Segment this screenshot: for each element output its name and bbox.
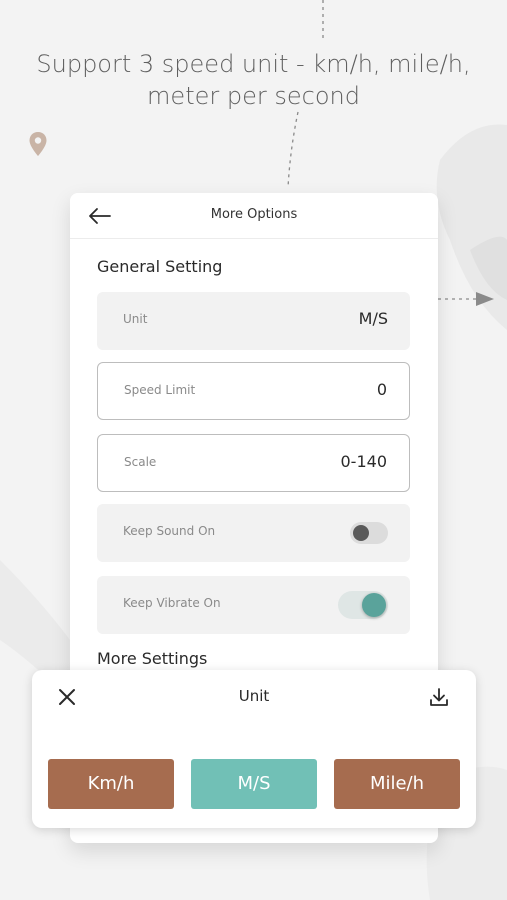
location-pin-icon [29, 132, 47, 156]
speed-limit-label: Speed Limit [124, 383, 196, 397]
unit-label: Unit [123, 312, 148, 326]
general-setting-heading: General Setting [97, 257, 223, 276]
more-settings-heading: More Settings [97, 649, 208, 668]
scale-field[interactable]: Scale 0-140 [97, 434, 410, 492]
toggle-knob [353, 525, 369, 541]
sheet-title: Unit [238, 687, 270, 705]
app-header: More Options [70, 193, 438, 239]
keep-vibrate-row: Keep Vibrate On [97, 576, 410, 634]
keep-sound-label: Keep Sound On [123, 524, 216, 538]
download-icon[interactable] [428, 686, 450, 708]
scale-value: 0-140 [340, 452, 388, 471]
unit-option-ms[interactable]: M/S [191, 759, 317, 809]
unit-option-mileh[interactable]: Mile/h [334, 759, 460, 809]
keep-sound-toggle[interactable] [350, 522, 388, 544]
keep-vibrate-label: Keep Vibrate On [123, 596, 221, 610]
unit-bottom-sheet: Unit Km/h M/S Mile/h [32, 670, 476, 828]
toggle-knob [362, 593, 386, 617]
keep-vibrate-toggle[interactable] [338, 591, 388, 619]
keep-sound-row: Keep Sound On [97, 504, 410, 562]
unit-option-kmh[interactable]: Km/h [48, 759, 174, 809]
speed-limit-value: 0 [376, 380, 387, 399]
headline: Support 3 speed unit - km/h, mile/h, met… [36, 50, 471, 110]
page-title: More Options [210, 207, 298, 222]
unit-row[interactable]: Unit M/S [97, 292, 410, 350]
speed-limit-field[interactable]: Speed Limit 0 [97, 362, 410, 420]
unit-value: M/S [358, 309, 388, 328]
scale-label: Scale [124, 455, 157, 469]
